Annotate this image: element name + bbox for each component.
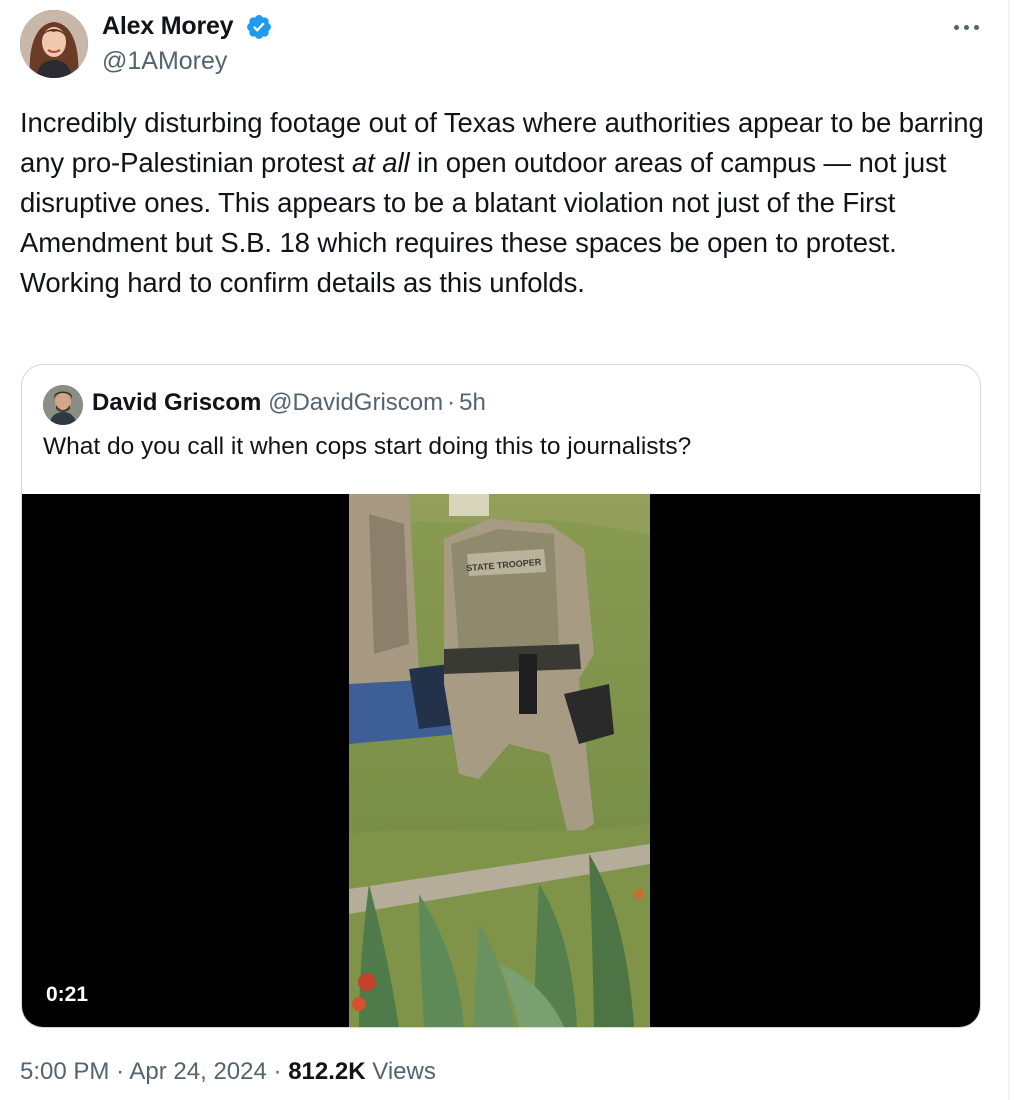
video-frame: STATE TROOPER: [349, 494, 650, 1027]
quoted-timestamp[interactable]: 5h: [459, 389, 486, 416]
separator-dot: ·: [116, 1058, 125, 1085]
author-handle[interactable]: @1AMorey: [102, 47, 227, 76]
profile-photo: [20, 10, 88, 78]
verified-badge-icon[interactable]: [245, 13, 273, 41]
more-options-icon[interactable]: [950, 12, 984, 42]
tweet-text-emphasis: at all: [351, 147, 410, 178]
quoted-profile-photo: [43, 385, 83, 425]
author-name[interactable]: Alex Morey: [102, 12, 234, 41]
quoted-tweet-card[interactable]: David Griscom @DavidGriscom · 5h What do y…: [21, 364, 981, 1028]
tweet-date[interactable]: Apr 24, 2024: [129, 1058, 266, 1085]
tweet-meta: 5:00 PM · Apr 24, 2024 · 812.2K Views: [20, 1058, 436, 1086]
tweet-text: Incredibly disturbing footage out of Tex…: [20, 103, 995, 303]
views-count[interactable]: 812.2K: [288, 1058, 365, 1085]
quoted-header: David Griscom @DavidGriscom · 5h: [92, 389, 486, 417]
author-avatar[interactable]: [20, 10, 88, 78]
right-divider: [1008, 0, 1010, 1100]
quoted-author-avatar[interactable]: [43, 385, 83, 425]
separator-dot: ·: [447, 389, 456, 416]
video-duration: 0:21: [38, 979, 97, 1011]
quoted-author-name[interactable]: David Griscom: [92, 389, 261, 416]
tweet-time[interactable]: 5:00 PM: [20, 1058, 109, 1085]
quoted-author-handle[interactable]: @DavidGriscom: [268, 389, 443, 416]
quoted-text: What do you call it when cops start doin…: [43, 433, 692, 460]
video-player[interactable]: STATE TROOPER 0:21: [22, 494, 980, 1027]
separator-dot: ·: [273, 1058, 282, 1085]
tweet: Alex Morey @1AMorey Incredibly disturbin…: [0, 0, 1014, 1100]
views-label: Views: [372, 1058, 436, 1085]
